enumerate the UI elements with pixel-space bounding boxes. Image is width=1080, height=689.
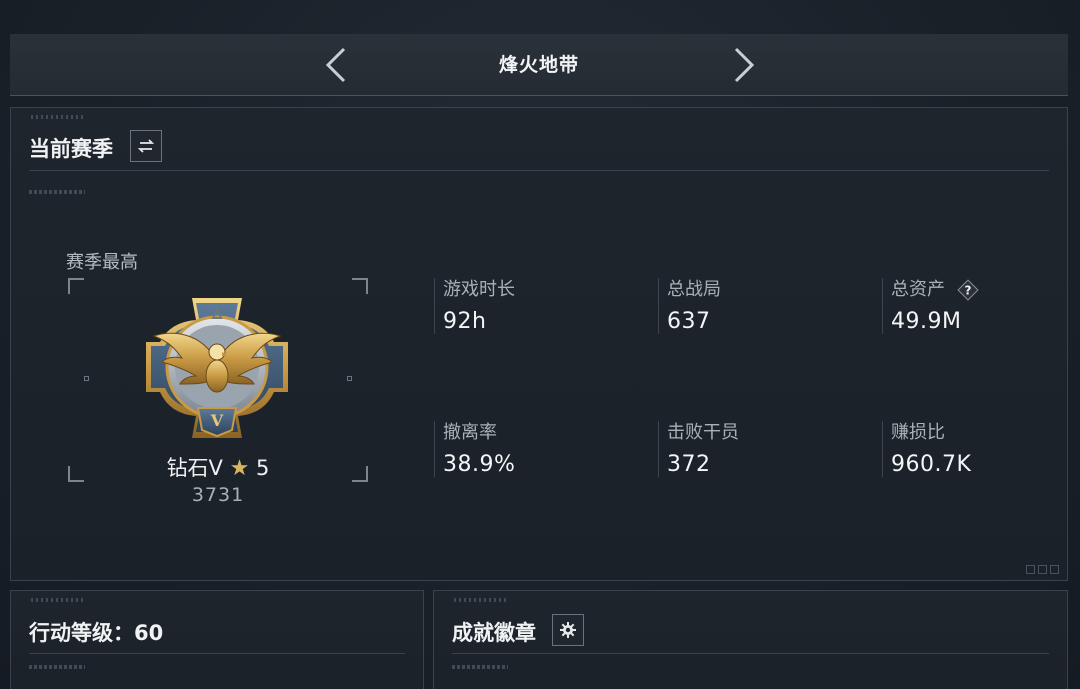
stat-value: 960.7K — [891, 452, 972, 477]
stat-play-time: 游戏时长 92h — [434, 278, 515, 334]
stat-extract-rate: 撤离率 38.9% — [434, 421, 515, 477]
rank-stars: 5 — [256, 456, 270, 480]
help-icon[interactable]: ? — [957, 279, 979, 301]
stat-value: 38.9% — [443, 452, 516, 477]
decor-tag — [29, 190, 85, 194]
stat-operators-defeated: 击败干员 372 — [658, 421, 739, 477]
swap-icon — [137, 139, 155, 153]
chevron-right-icon — [734, 47, 755, 83]
stat-profit-loss-ratio: 赚损比 960.7K — [882, 421, 971, 477]
stat-total-assets: 总资产 ? 49.9M — [882, 278, 979, 334]
current-season-panel: 当前赛季 赛季最高 V 钻石V ★ 5 3731 游戏时长 92h 总战局 63… — [10, 107, 1068, 581]
stat-label: 击败干员 — [667, 422, 739, 443]
stat-total-matches: 总战局 637 — [658, 278, 721, 334]
stat-label: 游戏时长 — [443, 279, 515, 300]
action-level-title: 行动等级：60 — [29, 621, 164, 645]
title-divider — [29, 653, 405, 654]
eagle-emblem-icon: V — [146, 298, 288, 438]
achievement-badge-panel: 成就徽章 — [433, 590, 1068, 689]
emblem-letter: V — [210, 411, 224, 430]
star-icon: ★ — [229, 456, 250, 481]
decor-tag — [452, 665, 508, 669]
title-divider — [452, 653, 1049, 654]
gear-icon — [560, 622, 576, 638]
stat-label: 撤离率 — [443, 422, 497, 443]
season-title: 当前赛季 — [29, 137, 113, 161]
title-divider — [29, 170, 1049, 171]
svg-text:?: ? — [964, 284, 971, 298]
stat-label: 总资产 ? — [891, 278, 979, 302]
decor-tag — [29, 665, 85, 669]
action-level-panel: 行动等级：60 — [10, 590, 424, 689]
decor-tag — [454, 598, 506, 602]
decor-boxes — [1026, 565, 1059, 574]
season-best-label: 赛季最高 — [66, 252, 138, 273]
next-mode-button[interactable] — [724, 47, 760, 83]
mode-title: 烽火地带 — [498, 54, 579, 76]
achievement-title: 成就徽章 — [452, 621, 536, 645]
stat-value: 49.9M — [891, 309, 962, 334]
stat-value: 372 — [667, 452, 711, 477]
stat-value: 92h — [443, 309, 487, 334]
rank-score: 3731 — [191, 484, 245, 506]
badge-settings-button[interactable] — [552, 614, 584, 646]
mode-header: 烽火地带 — [10, 34, 1068, 96]
decor-tag — [31, 115, 83, 119]
season-switch-button[interactable] — [130, 130, 162, 162]
decor-tag — [31, 598, 83, 602]
stat-label: 赚损比 — [891, 422, 945, 443]
stat-label: 总战局 — [667, 279, 721, 300]
stat-value: 637 — [667, 309, 711, 334]
rank-tier-label: 钻石V — [166, 456, 223, 480]
rank-name: 钻石V ★ 5 — [68, 452, 368, 482]
